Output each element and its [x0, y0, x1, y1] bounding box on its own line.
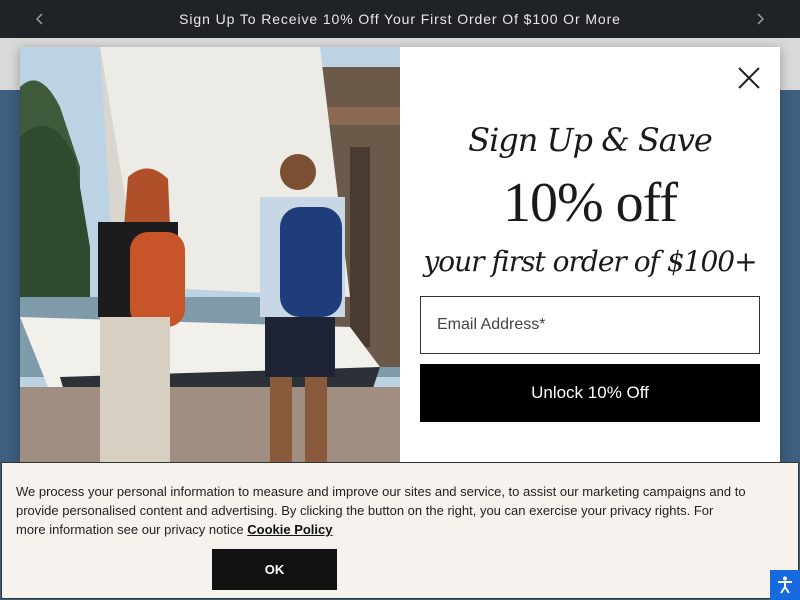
announcement-bar: Sign Up To Receive 10% Off Your First Or… — [0, 0, 800, 38]
announcement-text[interactable]: Sign Up To Receive 10% Off Your First Or… — [179, 11, 621, 27]
unlock-offer-button[interactable]: Unlock 10% Off — [420, 364, 760, 422]
close-icon[interactable] — [736, 65, 762, 91]
email-field[interactable] — [420, 296, 760, 354]
cookie-banner: We process your personal information to … — [1, 462, 799, 599]
cookie-policy-link[interactable]: Cookie Policy — [247, 522, 332, 537]
signup-headline: Sign Up & Save — [468, 121, 713, 159]
chevron-right-icon[interactable] — [740, 0, 780, 38]
offer-subline: your first order of $100+ — [423, 245, 757, 278]
accessibility-icon[interactable] — [770, 570, 800, 600]
cookie-text-block: We process your personal information to … — [16, 482, 746, 539]
chevron-left-icon[interactable] — [20, 0, 60, 38]
signup-modal: Sign Up & Save 10% off your first order … — [20, 47, 780, 477]
promo-photo — [20, 47, 400, 477]
offer-headline: 10% off — [503, 172, 678, 234]
cookie-message: We process your personal information to … — [16, 484, 746, 537]
modal-content: Sign Up & Save 10% off your first order … — [400, 47, 780, 477]
cookie-ok-button[interactable]: OK — [212, 549, 337, 590]
